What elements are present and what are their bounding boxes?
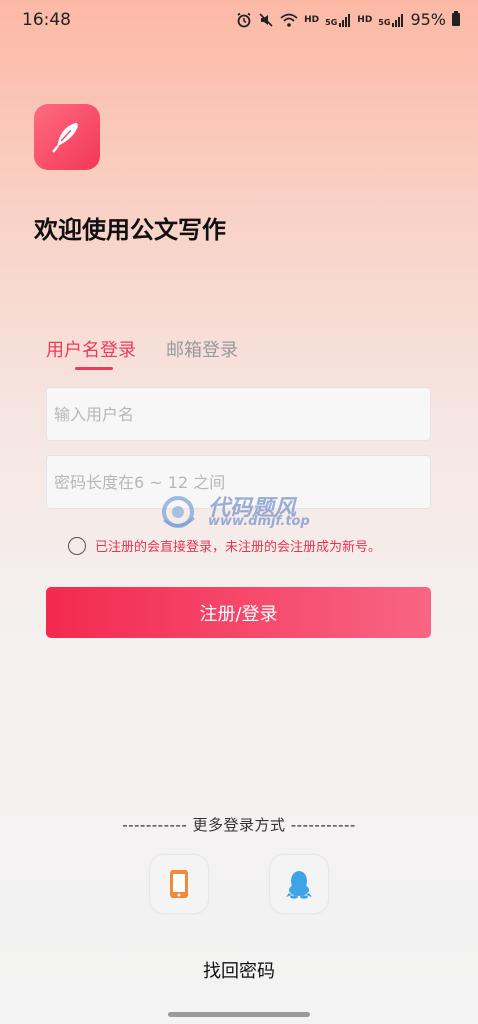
watermark-url: www.dmjf.top: [208, 514, 310, 529]
watermark-logo-icon: [162, 496, 195, 528]
status-bar: 16:48 HD 5G HD 5G 95%: [0, 0, 478, 40]
hd-indicator-2: HD: [357, 14, 373, 25]
signal-icon-2: 5G: [378, 13, 404, 27]
hd-indicator: HD: [304, 14, 320, 25]
welcome-title: 欢迎使用公文写作: [34, 216, 226, 244]
phone-icon: [170, 870, 188, 898]
agreement-row: 已注册的会直接登录，未注册的会注册成为新号。: [68, 536, 381, 555]
mute-icon: [259, 12, 273, 27]
status-icons: HD 5G HD 5G 95%: [236, 10, 460, 29]
username-input[interactable]: [47, 388, 430, 440]
watermark: 代码题风 www.dmjf.top: [158, 492, 328, 532]
phone-login-button[interactable]: [150, 855, 208, 913]
username-field: [46, 387, 431, 441]
wifi-icon: [280, 13, 298, 27]
agreement-text: 已注册的会直接登录，未注册的会注册成为新号。: [95, 540, 382, 555]
qq-login-button[interactable]: [270, 855, 328, 913]
agreement-radio[interactable]: [68, 536, 86, 555]
status-time: 16:48: [22, 10, 71, 30]
more-login-divider: ----------- 更多登录方式 -----------: [122, 816, 356, 834]
home-indicator[interactable]: [168, 1012, 310, 1017]
app-logo: [34, 104, 100, 170]
login-tabs: 用户名登录 邮箱登录: [46, 336, 446, 376]
tab-email-login[interactable]: 邮箱登录: [166, 336, 238, 362]
signal-icon: 5G: [325, 13, 351, 27]
feather-icon: [52, 122, 78, 153]
find-password-link[interactable]: 找回密码: [0, 957, 478, 983]
battery-percent: 95%: [410, 10, 446, 29]
tab-username-login[interactable]: 用户名登录: [46, 336, 136, 362]
active-tab-indicator: [75, 367, 113, 370]
qq-penguin-icon: [286, 871, 312, 899]
register-login-button[interactable]: 注册/登录: [46, 587, 431, 638]
alarm-icon: [237, 12, 251, 27]
battery-icon: [452, 11, 460, 26]
